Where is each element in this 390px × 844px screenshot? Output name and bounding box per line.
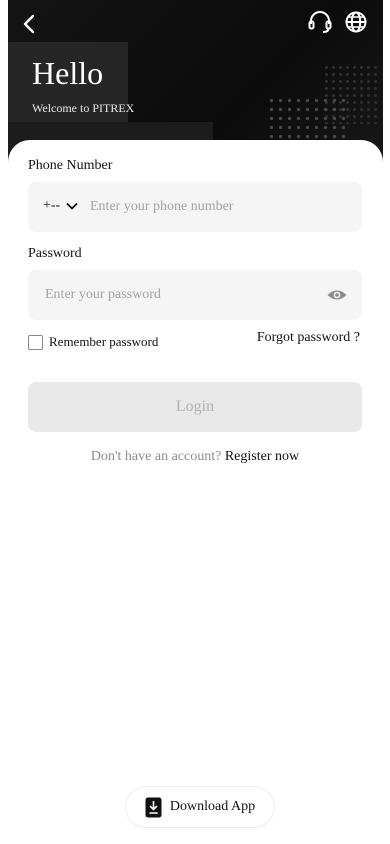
password-field [28, 270, 362, 320]
country-code-selector[interactable]: +-- [43, 198, 80, 214]
phone-field: +-- [28, 182, 362, 232]
language-button[interactable] [342, 8, 370, 36]
country-code-value: +-- [43, 198, 61, 213]
chevron-left-icon [23, 14, 35, 34]
headset-icon [308, 11, 332, 33]
page-subtitle: Welcome to PITREX [32, 101, 135, 115]
remember-password-checkbox[interactable]: Remember password [28, 334, 158, 350]
login-button[interactable]: Login [28, 382, 362, 432]
register-prompt: Don't have an account? Register now [0, 449, 390, 465]
download-phone-icon [145, 797, 162, 817]
hero-dot-pattern [267, 96, 347, 140]
page-title: Hello [32, 55, 104, 91]
password-input[interactable] [45, 270, 315, 320]
globe-icon [345, 11, 367, 33]
forgot-password-link[interactable]: Forgot password ? [257, 330, 360, 346]
back-button[interactable] [16, 10, 44, 38]
download-app-label: Download App [169, 799, 256, 814]
register-prompt-text: Don't have an account? [90, 449, 222, 464]
phone-number-label: Phone Number [28, 158, 113, 173]
remember-password-label: Remember password [49, 334, 159, 349]
toggle-password-visibility-button[interactable] [326, 285, 348, 305]
phone-input[interactable] [90, 182, 350, 232]
customer-support-button[interactable] [306, 8, 334, 36]
eye-icon [327, 290, 347, 300]
register-now-link[interactable]: Register now [225, 449, 299, 464]
checkbox-box[interactable] [28, 334, 43, 350]
download-app-button[interactable]: Download App [125, 786, 275, 828]
chevron-down-icon [66, 203, 78, 210]
password-label: Password [28, 246, 82, 261]
